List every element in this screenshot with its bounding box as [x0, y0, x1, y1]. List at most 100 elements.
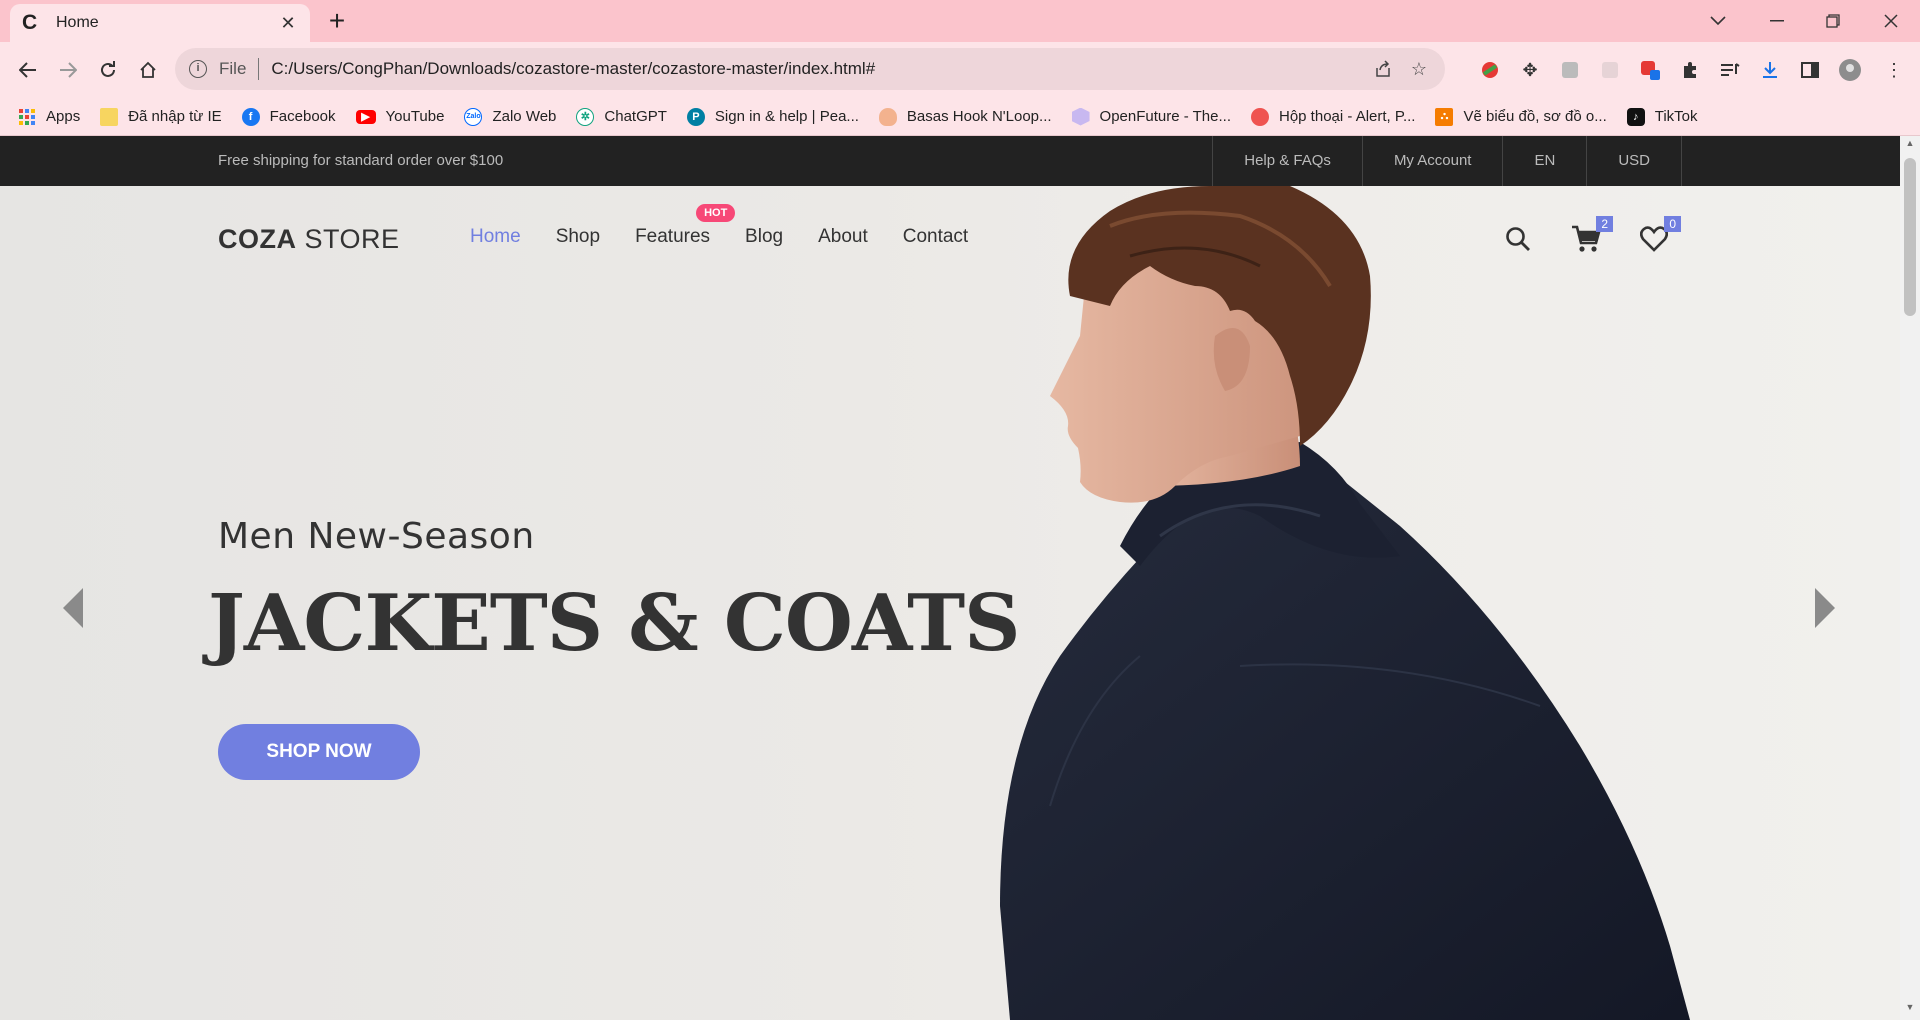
bookmark-label: Basas Hook N'Loop... [906, 108, 1052, 125]
bookmark-label: TikTok [1654, 108, 1698, 125]
bookmarks-bar: Apps Đã nhập từ IE f Facebook ▶ YouTube … [0, 98, 1920, 136]
tiktok-icon: ♪ [1626, 107, 1645, 126]
bookmark-label: ChatGPT [604, 108, 667, 125]
image-extension-icon[interactable] [1558, 58, 1582, 82]
bookmark-diagram[interactable]: ⛬ Vẽ biểu đồ, sơ đồ o... [1435, 107, 1607, 126]
tab-close-icon[interactable]: ✕ [278, 13, 298, 34]
cart-button[interactable]: 2 [1569, 216, 1613, 256]
bookmark-youtube[interactable]: ▶ YouTube [355, 108, 445, 125]
bookmark-chatgpt[interactable]: ✲ ChatGPT [576, 107, 667, 126]
bookmark-label: OpenFuture - The... [1099, 108, 1231, 125]
site-logo[interactable]: COZA STORE [218, 224, 400, 255]
minimize-button[interactable] [1752, 0, 1802, 42]
wishlist-count-badge: 0 [1664, 216, 1681, 232]
bookmark-basas[interactable]: Basas Hook N'Loop... [878, 107, 1052, 126]
scroll-thumb[interactable] [1904, 158, 1916, 316]
folder-icon [100, 107, 119, 126]
nav-contact[interactable]: Contact [903, 226, 968, 248]
logo-light-text: STORE [296, 224, 400, 254]
extensions-puzzle-icon[interactable] [1678, 58, 1702, 82]
hero-headline: JACKETS & COATS [208, 578, 1021, 669]
zalo-icon: Zalo [464, 107, 483, 126]
restore-button[interactable] [1808, 0, 1858, 42]
hot-badge: HOT [696, 204, 736, 222]
topbar-links: Help & FAQs My Account EN USD [1212, 136, 1682, 186]
chrome-menu-icon[interactable]: ⋮ [1882, 58, 1906, 82]
address-scheme: File [219, 59, 247, 78]
apps-grid-icon [18, 108, 36, 126]
bookmark-label: Sign in & help | Pea... [714, 108, 859, 125]
profile-avatar[interactable] [1838, 58, 1862, 82]
side-panel-icon[interactable] [1798, 58, 1822, 82]
wishlist-button[interactable]: 0 [1637, 216, 1681, 256]
close-window-button[interactable] [1866, 0, 1916, 42]
slider-next-arrow-icon[interactable] [1810, 583, 1840, 633]
nav-blog[interactable]: Blog [745, 226, 783, 248]
nav-shop[interactable]: Shop [556, 226, 600, 248]
bookmark-alert[interactable]: Hộp thoại - Alert, P... [1251, 107, 1415, 126]
site-header: COZA STORE Home Shop Features HOT Blog A… [0, 186, 1900, 290]
diagram-icon: ⛬ [1435, 107, 1454, 126]
hero-subtitle: Men New-Season [218, 516, 535, 557]
tab-title: Home [56, 14, 99, 31]
recorder-extension-icon[interactable] [1638, 58, 1662, 82]
site-info-icon[interactable]: i [189, 60, 207, 78]
address-separator [258, 58, 260, 80]
nav-features-label: Features [635, 226, 711, 247]
tab-favicon: C [22, 11, 38, 34]
color-extension-icon[interactable] [1478, 58, 1502, 82]
scroll-down-icon[interactable]: ▼ [1900, 1002, 1920, 1018]
page-scrollbar[interactable]: ▲ ▼ [1900, 136, 1920, 1020]
url-text[interactable]: C:/Users/CongPhan/Downloads/cozastore-ma… [271, 59, 1365, 79]
browser-tabstrip: C Home ✕ + [0, 0, 1920, 42]
new-tab-button[interactable]: + [322, 7, 352, 37]
download-icon[interactable] [1758, 58, 1782, 82]
hero-slider: COZA STORE Home Shop Features HOT Blog A… [0, 186, 1900, 1020]
bookmark-star-icon[interactable]: ☆ [1401, 51, 1437, 87]
tab-search-chevron-icon[interactable] [1693, 0, 1743, 42]
react-extension-icon[interactable] [1598, 58, 1622, 82]
scroll-up-icon[interactable]: ▲ [1900, 138, 1920, 154]
openfuture-icon [1071, 107, 1090, 126]
youtube-icon: ▶ [355, 109, 376, 124]
language-link[interactable]: EN [1503, 136, 1588, 186]
move-extension-icon[interactable]: ✥ [1518, 58, 1542, 82]
bookmark-apps[interactable]: Apps [18, 108, 80, 126]
share-icon[interactable] [1365, 51, 1401, 87]
help-faqs-link[interactable]: Help & FAQs [1213, 136, 1363, 186]
bookmark-openfuture[interactable]: OpenFuture - The... [1071, 107, 1231, 126]
currency-link[interactable]: USD [1587, 136, 1682, 186]
shipping-promo-text: Free shipping for standard order over $1… [218, 152, 504, 169]
bookmark-label: Apps [46, 108, 81, 125]
bookmark-label: YouTube [385, 108, 445, 125]
bookmark-tiktok[interactable]: ♪ TikTok [1626, 107, 1698, 126]
bookmark-pearson[interactable]: P Sign in & help | Pea... [686, 107, 859, 126]
bookmark-label: Đã nhập từ IE [128, 108, 222, 125]
reading-list-icon[interactable] [1718, 58, 1742, 82]
browser-tab-home[interactable]: C Home ✕ [10, 4, 310, 42]
page-viewport: Free shipping for standard order over $1… [0, 136, 1920, 1020]
nav-about[interactable]: About [818, 226, 868, 248]
facebook-icon: f [241, 107, 260, 126]
site-topbar: Free shipping for standard order over $1… [0, 136, 1900, 186]
pineapple-icon [878, 107, 897, 126]
bookmark-zalo[interactable]: Zalo Zalo Web [464, 107, 556, 126]
alert-icon [1251, 107, 1269, 126]
bookmark-folder-ie[interactable]: Đã nhập từ IE [100, 107, 222, 126]
search-icon[interactable] [1501, 222, 1535, 256]
nav-home[interactable]: Home [470, 226, 521, 248]
bookmark-label: Facebook [269, 108, 336, 125]
nav-features[interactable]: Features HOT [635, 204, 736, 248]
forward-button[interactable] [50, 52, 86, 88]
back-button[interactable] [10, 52, 46, 88]
home-button[interactable] [130, 52, 166, 88]
address-bar[interactable]: i File C:/Users/CongPhan/Downloads/cozas… [175, 48, 1445, 90]
chatgpt-icon: ✲ [576, 107, 595, 126]
slider-prev-arrow-icon[interactable] [58, 583, 88, 633]
reload-button[interactable] [90, 52, 126, 88]
bookmark-facebook[interactable]: f Facebook [241, 107, 336, 126]
my-account-link[interactable]: My Account [1363, 136, 1504, 186]
browser-toolbar: i File C:/Users/CongPhan/Downloads/cozas… [0, 42, 1920, 98]
bookmark-label: Vẽ biểu đồ, sơ đồ o... [1463, 108, 1607, 125]
shop-now-button[interactable]: SHOP NOW [218, 724, 420, 780]
